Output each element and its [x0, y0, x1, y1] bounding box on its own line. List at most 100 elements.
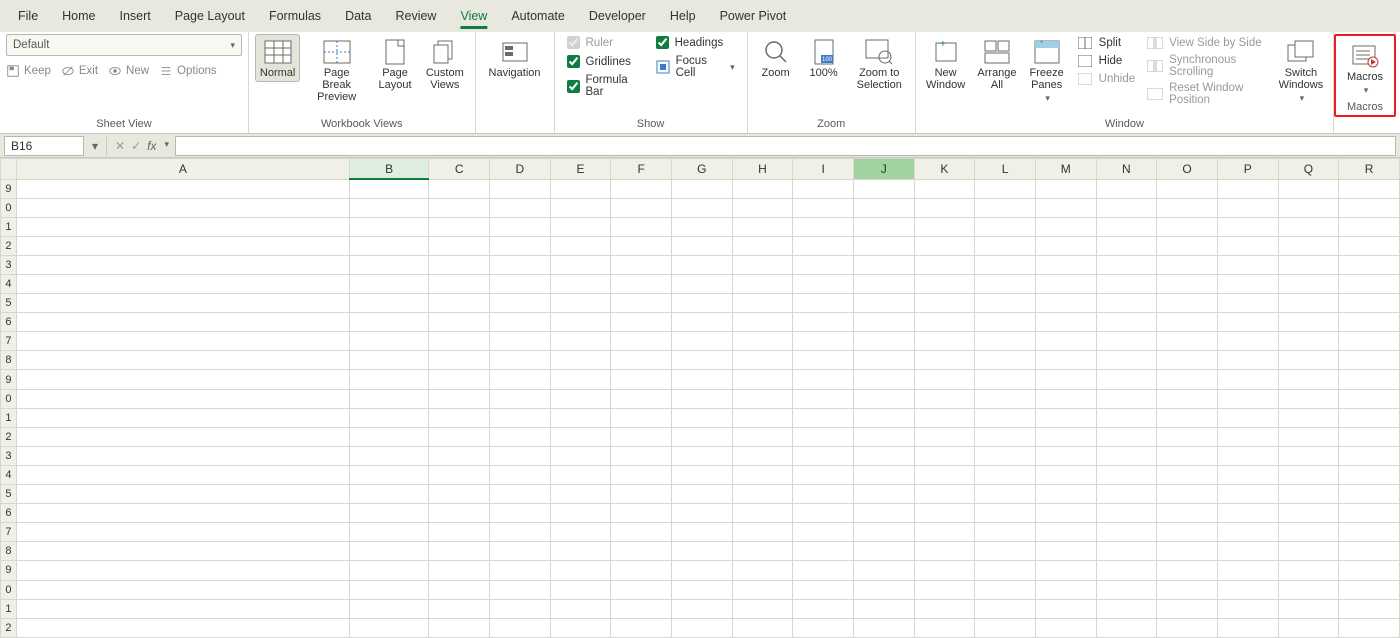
row-header-17[interactable]: 7 — [1, 332, 17, 351]
tab-formulas[interactable]: Formulas — [257, 0, 333, 32]
cell-M26[interactable] — [1035, 504, 1096, 523]
cell-E13[interactable] — [550, 255, 611, 274]
cell-L16[interactable] — [975, 313, 1036, 332]
cell-K28[interactable] — [914, 542, 975, 561]
cell-I16[interactable] — [793, 313, 854, 332]
cell-C15[interactable] — [429, 294, 490, 313]
cell-A18[interactable] — [16, 351, 349, 370]
cell-A24[interactable] — [16, 465, 349, 484]
cell-Q16[interactable] — [1278, 313, 1339, 332]
cell-K14[interactable] — [914, 275, 975, 294]
cell-O19[interactable] — [1157, 370, 1218, 389]
cell-I20[interactable] — [793, 389, 854, 408]
cell-J24[interactable] — [853, 465, 914, 484]
cell-P11[interactable] — [1217, 217, 1278, 236]
cell-N28[interactable] — [1096, 542, 1157, 561]
cell-M15[interactable] — [1035, 294, 1096, 313]
cell-C10[interactable] — [429, 198, 490, 217]
cell-R11[interactable] — [1339, 217, 1400, 236]
cell-L17[interactable] — [975, 332, 1036, 351]
cell-I19[interactable] — [793, 370, 854, 389]
column-header-F[interactable]: F — [611, 159, 672, 180]
cell-G18[interactable] — [671, 351, 732, 370]
cell-C11[interactable] — [429, 217, 490, 236]
cell-M23[interactable] — [1035, 446, 1096, 465]
cell-P24[interactable] — [1217, 465, 1278, 484]
cell-L28[interactable] — [975, 542, 1036, 561]
cell-G17[interactable] — [671, 332, 732, 351]
cell-D23[interactable] — [490, 446, 551, 465]
cell-G22[interactable] — [671, 427, 732, 446]
cell-M14[interactable] — [1035, 275, 1096, 294]
cell-C28[interactable] — [429, 542, 490, 561]
row-header-24[interactable]: 4 — [1, 465, 17, 484]
row-header-13[interactable]: 3 — [1, 255, 17, 274]
cell-F27[interactable] — [611, 523, 672, 542]
cell-H21[interactable] — [732, 408, 793, 427]
cell-C23[interactable] — [429, 446, 490, 465]
new-view-button[interactable]: New — [108, 64, 149, 78]
cell-P32[interactable] — [1217, 618, 1278, 637]
cell-Q27[interactable] — [1278, 523, 1339, 542]
row-header-23[interactable]: 3 — [1, 446, 17, 465]
cell-I32[interactable] — [793, 618, 854, 637]
cell-I10[interactable] — [793, 198, 854, 217]
cell-P25[interactable] — [1217, 485, 1278, 504]
cell-G25[interactable] — [671, 485, 732, 504]
cell-C13[interactable] — [429, 255, 490, 274]
cell-R27[interactable] — [1339, 523, 1400, 542]
tab-help[interactable]: Help — [658, 0, 708, 32]
cell-R9[interactable] — [1339, 179, 1400, 198]
cell-R26[interactable] — [1339, 504, 1400, 523]
cell-N16[interactable] — [1096, 313, 1157, 332]
cell-O11[interactable] — [1157, 217, 1218, 236]
cell-R24[interactable] — [1339, 465, 1400, 484]
focus-cell-button[interactable]: Focus Cell ▾ — [656, 55, 735, 79]
tab-file[interactable]: File — [6, 0, 50, 32]
cell-L27[interactable] — [975, 523, 1036, 542]
cell-A29[interactable] — [16, 561, 349, 580]
cell-O25[interactable] — [1157, 485, 1218, 504]
column-header-L[interactable]: L — [975, 159, 1036, 180]
cell-P13[interactable] — [1217, 255, 1278, 274]
cell-E27[interactable] — [550, 523, 611, 542]
column-header-R[interactable]: R — [1339, 159, 1400, 180]
cell-N32[interactable] — [1096, 618, 1157, 637]
cell-H27[interactable] — [732, 523, 793, 542]
cell-D16[interactable] — [490, 313, 551, 332]
cell-R15[interactable] — [1339, 294, 1400, 313]
cell-B13[interactable] — [349, 255, 429, 274]
cell-R22[interactable] — [1339, 427, 1400, 446]
cell-K27[interactable] — [914, 523, 975, 542]
cell-D10[interactable] — [490, 198, 551, 217]
cell-N26[interactable] — [1096, 504, 1157, 523]
switch-windows-button[interactable]: Switch Windows▾ — [1275, 34, 1327, 107]
cell-E28[interactable] — [550, 542, 611, 561]
cell-F26[interactable] — [611, 504, 672, 523]
cell-L9[interactable] — [975, 179, 1036, 198]
cell-B17[interactable] — [349, 332, 429, 351]
cell-Q20[interactable] — [1278, 389, 1339, 408]
column-header-H[interactable]: H — [732, 159, 793, 180]
cell-A11[interactable] — [16, 217, 349, 236]
cell-I15[interactable] — [793, 294, 854, 313]
cell-D15[interactable] — [490, 294, 551, 313]
cell-O29[interactable] — [1157, 561, 1218, 580]
column-header-Q[interactable]: Q — [1278, 159, 1339, 180]
cell-O30[interactable] — [1157, 580, 1218, 599]
cell-G10[interactable] — [671, 198, 732, 217]
cell-C27[interactable] — [429, 523, 490, 542]
cell-J28[interactable] — [853, 542, 914, 561]
cell-K13[interactable] — [914, 255, 975, 274]
row-header-9[interactable]: 9 — [1, 179, 17, 198]
cell-C12[interactable] — [429, 236, 490, 255]
cell-G20[interactable] — [671, 389, 732, 408]
cell-E14[interactable] — [550, 275, 611, 294]
cell-R30[interactable] — [1339, 580, 1400, 599]
cell-F19[interactable] — [611, 370, 672, 389]
normal-view-button[interactable]: Normal — [255, 34, 300, 82]
name-box[interactable]: B16 — [4, 136, 84, 156]
cell-O27[interactable] — [1157, 523, 1218, 542]
cell-A26[interactable] — [16, 504, 349, 523]
cell-J32[interactable] — [853, 618, 914, 637]
